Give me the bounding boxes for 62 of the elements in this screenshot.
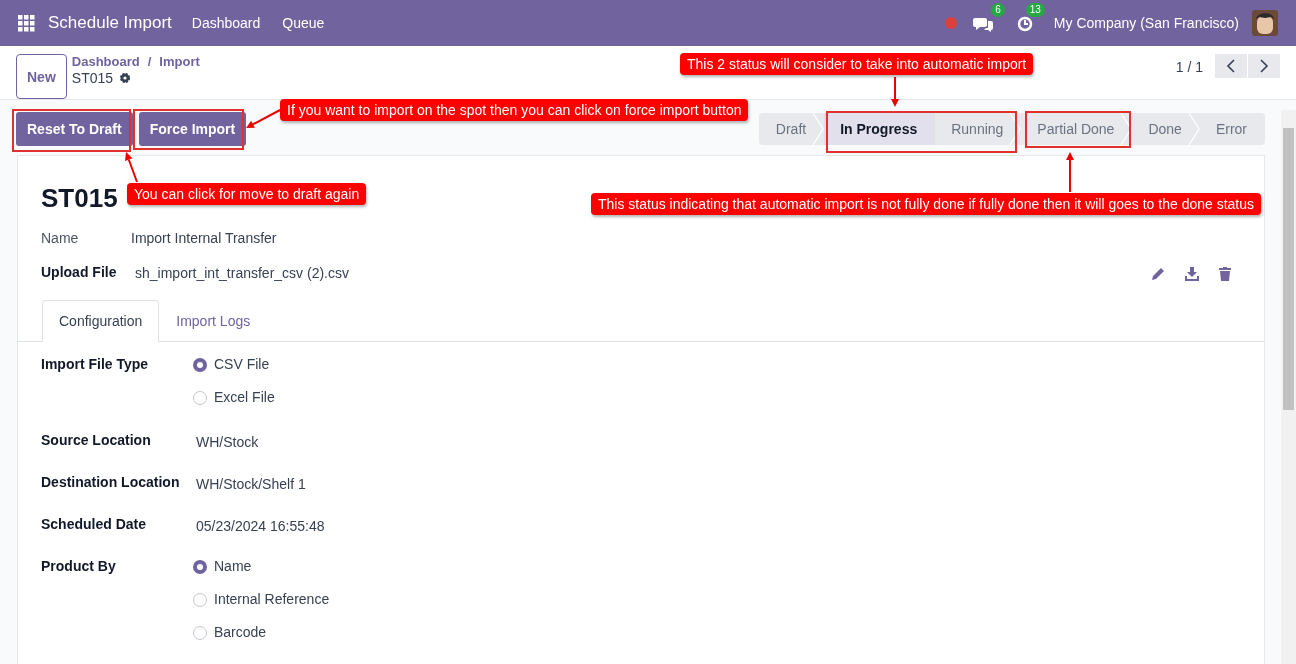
field-label: Name xyxy=(41,229,80,248)
menu-link[interactable]: Queue xyxy=(282,12,325,34)
clock-icon[interactable] xyxy=(1016,15,1033,32)
apps-menu-icon[interactable] xyxy=(18,14,35,32)
action-button[interactable]: Force Import xyxy=(138,112,247,146)
scrollbar-thumb[interactable] xyxy=(1283,128,1294,410)
breadcrumb-separator: / xyxy=(147,54,152,70)
pointer-arrow xyxy=(1066,152,1074,193)
radio-option[interactable]: Internal Reference xyxy=(193,589,330,610)
message-count-badge: 6 xyxy=(991,2,1005,17)
pager-count: 1 / 1 xyxy=(1175,58,1203,77)
field-value: WH/Stock/Shelf 1 xyxy=(196,475,306,494)
field-value: WH/Stock xyxy=(196,433,259,452)
record-dot-icon[interactable] xyxy=(944,17,957,29)
field-label: Import File Type xyxy=(41,355,150,374)
radio-option[interactable]: Barcode xyxy=(193,622,330,643)
new-button[interactable]: New xyxy=(16,54,67,99)
company-name[interactable]: My Company (San Francisco) xyxy=(1053,12,1239,34)
field-label: Source Location xyxy=(41,431,152,450)
field-label: Scheduled Date xyxy=(41,515,148,534)
menu-link[interactable]: Dashboard xyxy=(191,12,261,34)
annotation-callout: If you want to import on the spot then you can click on force import button xyxy=(280,99,749,121)
radio-option[interactable]: CSV File xyxy=(193,354,275,375)
radio-option[interactable]: Excel File xyxy=(193,387,275,408)
field-label: Destination Location xyxy=(41,473,181,492)
tab[interactable]: Import Logs xyxy=(159,300,268,342)
activity-count-badge: 13 xyxy=(1025,2,1045,17)
edit-pencil-icon[interactable] xyxy=(1151,266,1165,281)
radio-option[interactable]: Name xyxy=(193,556,330,577)
app-title: Schedule Import xyxy=(48,12,172,35)
field-value: 05/23/2024 16:55:48 xyxy=(196,517,325,536)
trash-icon[interactable] xyxy=(1219,266,1231,281)
chat-icon[interactable] xyxy=(972,15,993,32)
tab[interactable]: Configuration xyxy=(42,300,160,342)
field-label: Upload File xyxy=(41,262,118,282)
status-step[interactable]: In Progress xyxy=(824,113,936,145)
status-step[interactable]: Partial Done xyxy=(1021,113,1133,145)
field-value: Import Internal Transfer xyxy=(131,229,277,248)
file-name: sh_import_int_transfer_csv (2).csv xyxy=(135,264,349,283)
status-step[interactable]: Done xyxy=(1132,113,1200,145)
pointer-arrow xyxy=(125,152,138,183)
record-name: ST015 xyxy=(71,70,114,86)
previous-button[interactable] xyxy=(1215,54,1247,78)
breadcrumb-link[interactable]: Dashboard xyxy=(71,54,140,70)
gear-icon[interactable] xyxy=(119,72,132,84)
status-step[interactable]: Draft xyxy=(758,113,825,145)
status-step[interactable]: Running xyxy=(935,113,1022,145)
annotation-callout: You can click for move to draft again xyxy=(127,183,367,205)
avatar-icon[interactable] xyxy=(1252,10,1278,36)
chevron-right-icon xyxy=(1259,59,1269,73)
download-icon[interactable] xyxy=(1185,266,1199,281)
pointer-arrow xyxy=(246,109,281,128)
field-label: Product By xyxy=(41,557,117,576)
next-button[interactable] xyxy=(1248,54,1280,78)
breadcrumb-link[interactable]: Import xyxy=(159,54,200,70)
record-title: ST015 xyxy=(41,182,118,214)
annotation-callout: This 2 status will consider to take into automatic import xyxy=(680,53,1034,75)
pointer-arrow xyxy=(891,76,899,107)
chevron-left-icon xyxy=(1226,59,1236,73)
annotation-callout: This status indicating that automatic import is not fully done if fully done then it will goes to the done status xyxy=(591,193,1262,215)
status-step[interactable]: Error xyxy=(1199,113,1265,145)
action-button[interactable]: Reset To Draft xyxy=(16,112,133,146)
